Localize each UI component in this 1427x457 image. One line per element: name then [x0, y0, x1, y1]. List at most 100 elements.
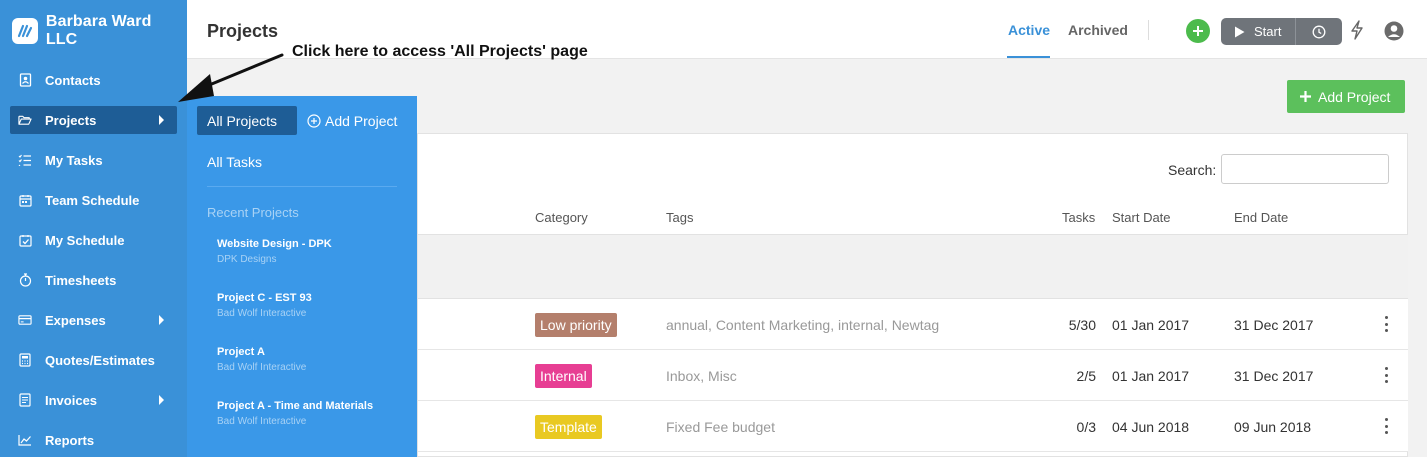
quick-add-button[interactable] — [1186, 19, 1210, 43]
plus-circle-icon — [307, 113, 321, 128]
brand[interactable]: Barbara Ward LLC — [12, 13, 187, 48]
tasks-cell: 5/30 — [1068, 317, 1096, 333]
table-group-header — [418, 235, 1408, 299]
sidebar-item-timesheets[interactable]: Timesheets — [10, 266, 177, 294]
row-more-options-icon[interactable] — [1384, 367, 1388, 383]
header-divider — [1148, 20, 1149, 40]
search-input[interactable] — [1221, 154, 1389, 184]
end-date-cell: 09 Jun 2018 — [1234, 419, 1312, 435]
sidebar-item-label: Contacts — [45, 72, 101, 88]
sidebar-item-label: My Tasks — [45, 152, 103, 168]
sidebar-item-label: Team Schedule — [45, 192, 140, 208]
calendar-check-icon — [18, 233, 32, 247]
sidebar-item-invoices[interactable]: Invoices — [10, 386, 177, 414]
start-date-cell: 01 Jan 2017 — [1112, 317, 1190, 333]
start-timer-button[interactable]: Start — [1221, 18, 1295, 45]
start-date-cell: 01 Jan 2017 — [1112, 368, 1190, 384]
tab-active[interactable]: Active — [1008, 22, 1050, 38]
stopwatch-icon — [18, 273, 32, 287]
lightning-bolt-icon[interactable] — [1350, 20, 1364, 45]
flyout-add-project-link[interactable]: Add Project — [305, 106, 397, 135]
category-badge: Low priority — [535, 313, 617, 337]
sidebar-item-quotes-estimates[interactable]: Quotes/Estimates — [10, 346, 177, 374]
recent-project-title: Project A — [217, 346, 265, 358]
play-icon — [1235, 26, 1245, 37]
sidebar-item-label: Quotes/Estimates — [45, 352, 155, 368]
sidebar-item-label: My Schedule — [45, 232, 125, 248]
sidebar-item-my-schedule[interactable]: My Schedule — [10, 226, 177, 254]
sidebar-item-label: Invoices — [45, 392, 98, 408]
flyout-divider — [207, 186, 397, 187]
sidebar-item-contacts[interactable]: Contacts — [10, 66, 177, 94]
column-header-category[interactable]: Category — [535, 210, 588, 225]
sidebar-item-label: Expenses — [45, 312, 106, 328]
sidebar-item-team-schedule[interactable]: Team Schedule — [10, 186, 177, 214]
recent-project-title: Project A - Time and Materials — [217, 400, 374, 412]
category-badge: Internal — [535, 364, 592, 388]
caret-right-icon — [159, 315, 164, 325]
column-header-end-date[interactable]: End Date — [1234, 210, 1288, 225]
active-tab-indicator — [1007, 56, 1050, 58]
recent-projects-heading: Recent Projects — [207, 205, 299, 220]
column-header-tags[interactable]: Tags — [666, 210, 693, 225]
category-badge: Template — [535, 415, 602, 439]
plus-icon — [1300, 91, 1311, 102]
folder-open-icon — [18, 113, 32, 127]
task-list-icon — [18, 153, 32, 167]
table-row[interactable]: Internal Inbox, Misc 2/5 01 Jan 2017 31 … — [418, 350, 1408, 401]
tags-cell: annual, Content Marketing, internal, New… — [666, 317, 940, 333]
all-tasks-link[interactable]: All Tasks — [207, 154, 262, 170]
timer-history-button[interactable] — [1296, 18, 1342, 45]
annotation-arrow — [178, 53, 284, 102]
user-avatar-icon[interactable] — [1384, 21, 1404, 46]
recent-project-item[interactable]: Project C - EST 93 Bad Wolf Interactive — [217, 292, 312, 319]
sidebar-item-expenses[interactable]: Expenses — [10, 306, 177, 334]
page-title: Projects — [207, 21, 279, 41]
column-header-tasks[interactable]: Tasks — [1062, 210, 1095, 225]
caret-right-icon — [159, 115, 164, 125]
projects-flyout-menu: All Projects Add Project All Tasks Recen… — [187, 96, 417, 457]
start-date-cell: 04 Jun 2018 — [1112, 419, 1190, 435]
sidebar-item-label: Timesheets — [45, 272, 117, 288]
sidebar-item-projects[interactable]: Projects — [10, 106, 177, 134]
tasks-cell: 0/3 — [1076, 419, 1096, 435]
contacts-icon — [18, 73, 32, 87]
sidebar-item-label: Reports — [45, 432, 95, 448]
recent-project-item[interactable]: Project A - Time and Materials Bad Wolf … — [217, 400, 373, 427]
table-row[interactable]: Template Fixed Fee budget 0/3 04 Jun 201… — [418, 401, 1408, 452]
card-icon — [18, 313, 32, 327]
sidebar-item-my-tasks[interactable]: My Tasks — [10, 146, 177, 174]
all-projects-label: All Projects — [207, 112, 278, 129]
column-header-start-date[interactable]: Start Date — [1112, 210, 1171, 225]
tab-archived[interactable]: Archived — [1068, 22, 1128, 38]
row-more-options-icon[interactable] — [1384, 316, 1388, 332]
tags-cell: Inbox, Misc — [666, 368, 737, 384]
recent-project-title: Website Design - DPK — [217, 238, 332, 250]
recent-project-item[interactable]: Website Design - DPK DPK Designs — [217, 238, 332, 265]
chart-icon — [18, 433, 32, 447]
end-date-cell: 31 Dec 2017 — [1234, 368, 1314, 384]
recent-project-title: Project C - EST 93 — [217, 292, 312, 304]
recent-project-client: Bad Wolf Interactive — [217, 416, 307, 427]
caret-right-icon — [159, 395, 164, 405]
sidebar: Barbara Ward LLC Contacts Projects My Ta… — [0, 0, 187, 457]
plus-icon — [1193, 26, 1203, 36]
tasks-cell: 2/5 — [1076, 368, 1096, 384]
recent-project-client: Bad Wolf Interactive — [217, 362, 307, 373]
annotation-callout-text: Click here to access 'All Projects' page — [292, 43, 588, 60]
row-more-options-icon[interactable] — [1384, 418, 1388, 434]
recent-project-item[interactable]: Project A Bad Wolf Interactive — [217, 346, 306, 373]
all-projects-link[interactable]: All Projects — [197, 106, 297, 135]
end-date-cell: 31 Dec 2017 — [1234, 317, 1314, 333]
brand-logo-icon — [12, 18, 38, 44]
search-label: Search: — [1168, 162, 1217, 178]
table-row[interactable]: Low priority annual, Content Marketing, … — [418, 299, 1408, 350]
add-project-button[interactable]: Add Project — [1287, 80, 1405, 113]
projects-table-panel: Search: Category Tags Tasks Start Date E… — [417, 133, 1408, 457]
recent-project-client: Bad Wolf Interactive — [217, 308, 307, 319]
timer-button-group: Start — [1221, 18, 1342, 45]
sidebar-item-reports[interactable]: Reports — [10, 426, 177, 454]
sidebar-nav: Contacts Projects My Tasks Team Schedule — [10, 66, 177, 457]
brand-name: Barbara Ward LLC — [45, 13, 152, 48]
recent-project-client: DPK Designs — [217, 254, 277, 265]
